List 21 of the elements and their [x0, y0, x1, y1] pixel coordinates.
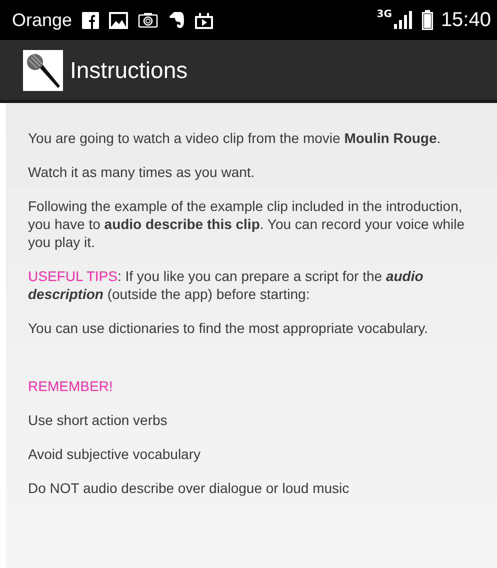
instruction-text: Avoid subjective vocabulary: [28, 445, 202, 463]
signal-icon: [394, 11, 412, 29]
clock-time: 15:40: [440, 8, 491, 32]
screen-title: Instructions: [70, 56, 188, 84]
image-icon: [109, 12, 128, 28]
instruction-text: Following the example of the example clip included in the introduction, you have to audio describe this clip. You can record your voice while you play it.: [28, 197, 466, 251]
facebook-icon: [82, 12, 100, 28]
carrier-name: Orange: [12, 10, 72, 30]
instruction-text: You can use dictionaries to find the most appropriate vocabulary.: [28, 319, 430, 337]
network-type: 3G: [376, 9, 392, 20]
instruction-text: You are going to watch a video clip from the movie Moulin Rouge.: [28, 129, 442, 147]
microphone-icon: [23, 50, 63, 90]
section-heading: REMEMBER!: [28, 377, 114, 395]
instruction-text: Do NOT audio describe over dialogue or loud music: [28, 479, 350, 497]
battery-icon: [422, 10, 433, 30]
video-upload-icon: [195, 12, 214, 28]
instruction-text: Use short action verbs: [28, 411, 168, 429]
camera-icon: [138, 12, 158, 28]
tip-text: USEFUL TIPS: If you like you can prepare a script for the audio description (outside the app) before starting:: [28, 267, 424, 303]
instruction-text: Watch it as many times as you want.: [28, 163, 256, 181]
elephant-icon: [168, 11, 186, 29]
